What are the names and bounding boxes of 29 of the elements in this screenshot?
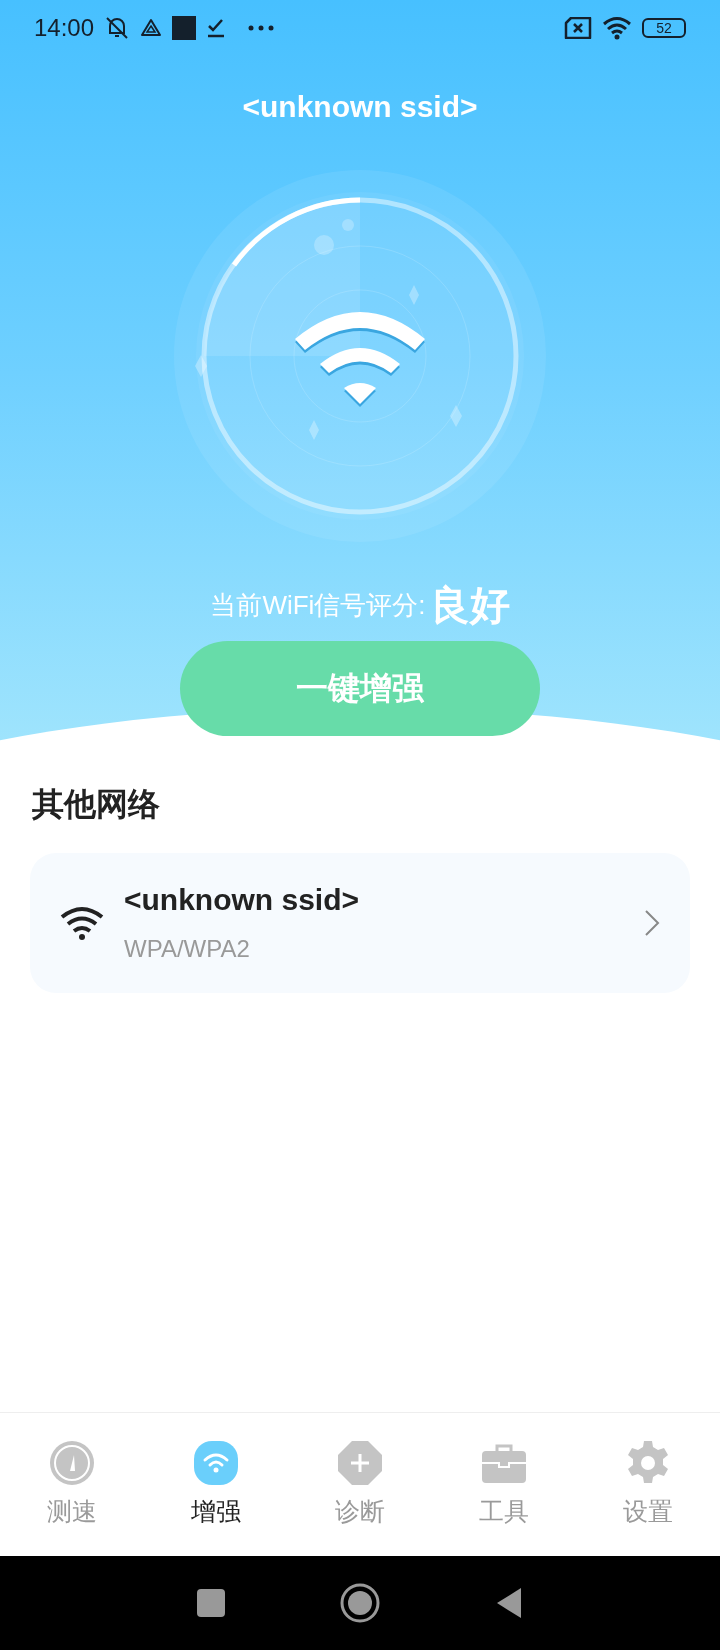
nav-tab[interactable]: 增强 bbox=[144, 1441, 288, 1528]
status-time: 14:00 bbox=[34, 13, 95, 42]
more-icon bbox=[248, 24, 275, 31]
home-icon[interactable] bbox=[340, 1583, 380, 1623]
battery-icon: 52 bbox=[642, 17, 686, 38]
nav-tab[interactable]: 工具 bbox=[432, 1441, 576, 1528]
chevron-right-icon bbox=[644, 909, 660, 937]
back-icon[interactable] bbox=[495, 1586, 523, 1620]
settings-icon bbox=[626, 1441, 670, 1485]
triangle-icon bbox=[140, 17, 163, 38]
network-security: WPA/WPA2 bbox=[124, 935, 251, 963]
nav-tab[interactable]: 测速 bbox=[0, 1441, 144, 1528]
download-check-icon bbox=[206, 17, 227, 38]
square-icon bbox=[172, 15, 197, 40]
network-card[interactable]: <unknown ssid> WPA/WPA2 bbox=[30, 853, 690, 993]
nav-tab[interactable]: 设置 bbox=[576, 1441, 720, 1528]
wifi-icon bbox=[60, 906, 104, 940]
rating-label: 当前WiFi信号评分: bbox=[210, 589, 426, 622]
nav-tab[interactable]: 诊断 bbox=[288, 1441, 432, 1528]
wifi-icon bbox=[194, 1441, 238, 1485]
rating-value: 良好 bbox=[429, 582, 510, 629]
speedometer-icon bbox=[50, 1441, 94, 1485]
medical-cross-icon bbox=[338, 1441, 382, 1485]
network-title: <unknown ssid> bbox=[242, 90, 478, 124]
network-name: <unknown ssid> bbox=[124, 883, 361, 917]
wifi-signal-icon bbox=[602, 15, 632, 40]
boost-button[interactable]: 一键增强 bbox=[180, 641, 540, 736]
no-sim-icon bbox=[564, 16, 592, 39]
section-title: 其他网络 bbox=[32, 785, 161, 824]
